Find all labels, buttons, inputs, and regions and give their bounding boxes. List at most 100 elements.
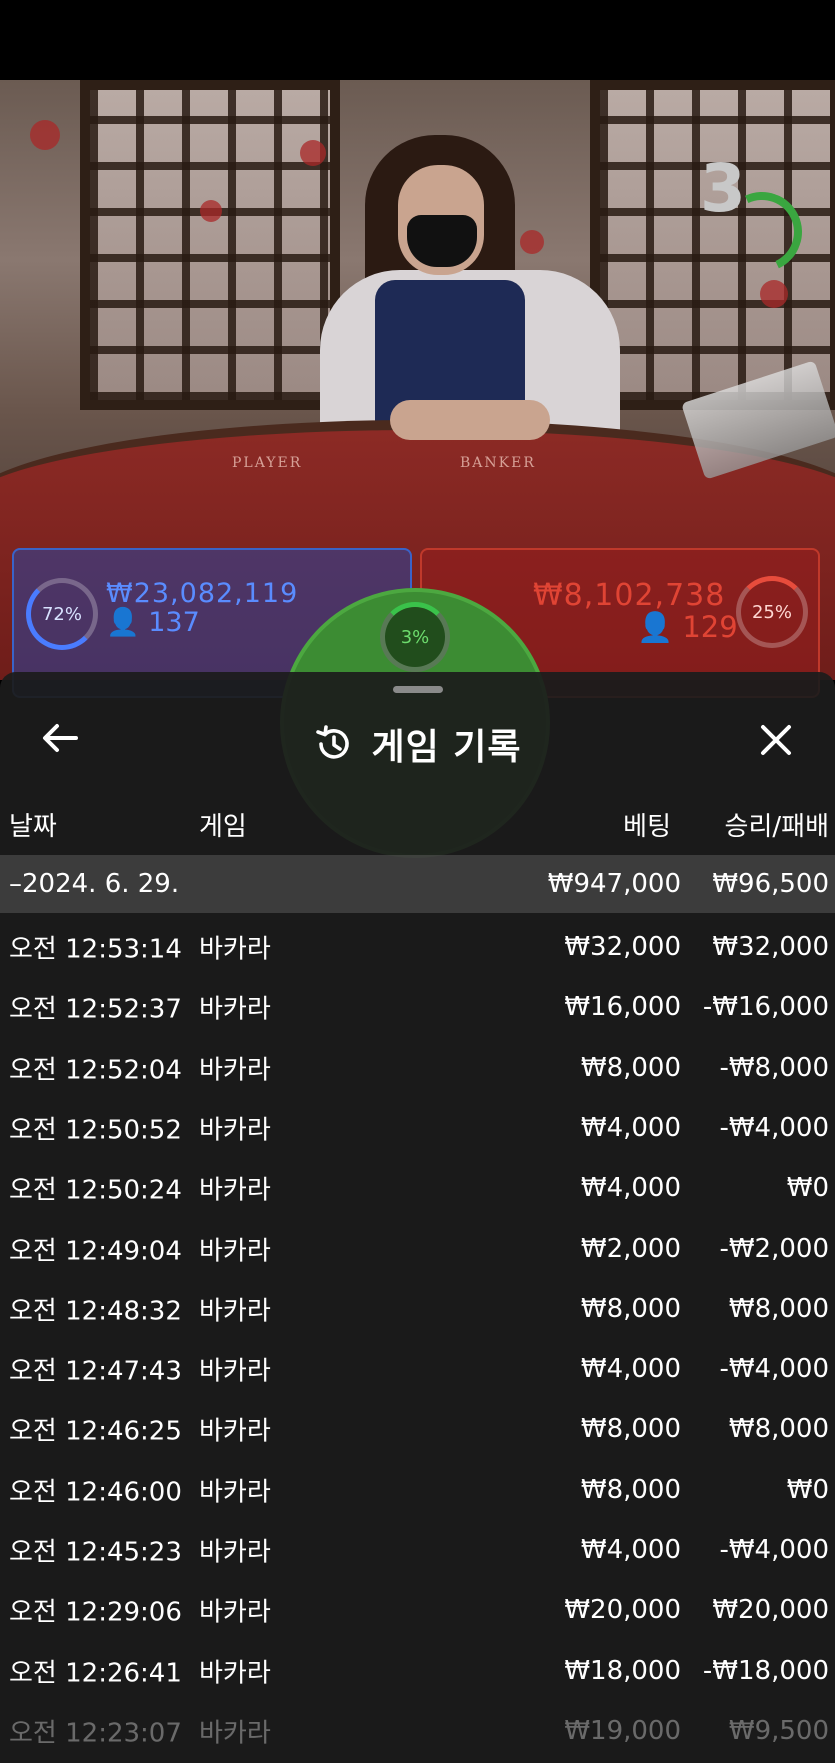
player-percent: 72%: [26, 578, 98, 650]
history-row[interactable]: 오전 12:45:23 바카라 ₩4,000 -₩4,000: [0, 1520, 835, 1580]
row-time: 오전 12:45:23: [9, 1537, 182, 1568]
banker-bettor-count: 👤 129: [637, 610, 738, 645]
row-bet: ₩8,000: [580, 1293, 681, 1324]
history-row[interactable]: 오전 12:52:04 바카라 ₩8,000 -₩8,000: [0, 1038, 835, 1098]
row-bet: ₩2,000: [580, 1233, 681, 1264]
row-time: 오전 12:50:52: [9, 1115, 182, 1146]
row-bet: ₩4,000: [580, 1112, 681, 1143]
history-row[interactable]: 오전 12:23:07 바카라 ₩19,000 ₩9,500: [0, 1701, 835, 1761]
column-header-win-loss: 승리/패배: [724, 812, 829, 842]
row-game: 바카라: [199, 934, 271, 965]
history-row[interactable]: 오전 12:52:37 바카라 ₩16,000 -₩16,000: [0, 977, 835, 1037]
row-result: ₩32,000: [712, 932, 829, 962]
sheet-header: 게임 기록: [0, 718, 835, 770]
game-history-sheet: 게임 기록 날짜 게임 베팅 승리/패배 –2024. 6. 29. ₩947,…: [0, 672, 835, 1763]
row-bet: ₩8,000: [580, 1052, 681, 1083]
countdown-timer: 3: [700, 150, 746, 227]
row-result: -₩4,000: [719, 1354, 829, 1385]
history-row[interactable]: 오전 12:46:00 바카라 ₩8,000 ₩0: [0, 1460, 835, 1520]
row-result: ₩8,000: [728, 1414, 829, 1445]
row-result: -₩18,000: [702, 1655, 829, 1686]
row-result: ₩20,000: [712, 1595, 829, 1626]
row-result: -₩8,000: [719, 1052, 829, 1083]
row-game: 바카라: [199, 1236, 271, 1266]
row-bet: ₩8,000: [580, 1474, 681, 1505]
felt-label-banker: BANKER: [460, 455, 536, 471]
row-time: 오전 12:46:00: [9, 1477, 182, 1508]
history-row[interactable]: 오전 12:50:24 바카라 ₩4,000 ₩0: [0, 1158, 835, 1218]
dealer-mask: [407, 215, 477, 267]
person-icon: 👤: [637, 610, 674, 644]
row-time: 오전 12:49:04: [9, 1236, 182, 1266]
player-bettor-count: 👤 137: [106, 606, 200, 638]
sheet-drag-handle[interactable]: [393, 686, 443, 693]
tie-percent: 3%: [380, 602, 450, 672]
player-count-value: 137: [148, 607, 200, 638]
blossom-decoration: [200, 200, 222, 222]
person-icon: 👤: [106, 607, 140, 638]
felt-label-player: PLAYER: [232, 455, 303, 471]
history-row[interactable]: 오전 12:29:06 바카라 ₩20,000 ₩20,000: [0, 1580, 835, 1640]
close-button[interactable]: [752, 716, 800, 764]
row-bet: ₩4,000: [580, 1535, 681, 1565]
row-time: 오전 12:29:06: [9, 1597, 182, 1628]
banker-percent: 25%: [736, 576, 808, 648]
blossom-decoration: [520, 230, 544, 254]
row-game: 바카라: [199, 1416, 271, 1447]
row-time: 오전 12:52:37: [9, 994, 182, 1025]
row-game: 바카라: [199, 1718, 271, 1749]
history-row[interactable]: 오전 12:50:52 바카라 ₩4,000 -₩4,000: [0, 1098, 835, 1158]
row-game: 바카라: [199, 1597, 271, 1628]
row-game: 바카라: [199, 1115, 271, 1146]
row-game: 바카라: [199, 1477, 271, 1508]
row-bet: ₩4,000: [580, 1173, 681, 1204]
row-time: 오전 12:23:07: [9, 1718, 182, 1749]
row-bet: ₩8,000: [580, 1414, 681, 1445]
row-game: 바카라: [199, 1296, 271, 1327]
status-bar: [0, 0, 835, 80]
history-row[interactable]: 오전 12:26:41 바카라 ₩18,000 -₩18,000: [0, 1641, 835, 1701]
row-result: ₩8,000: [728, 1293, 829, 1324]
row-game: 바카라: [199, 1658, 271, 1689]
row-time: 오전 12:26:41: [9, 1658, 182, 1689]
lattice-screen-left: [80, 80, 340, 410]
close-icon: [761, 725, 791, 755]
row-time: 오전 12:48:32: [9, 1296, 182, 1327]
row-time: 오전 12:47:43: [9, 1356, 182, 1387]
row-bet: ₩4,000: [580, 1354, 681, 1385]
banker-count-value: 129: [682, 610, 738, 644]
row-time: 오전 12:50:24: [9, 1175, 182, 1206]
row-result: -₩4,000: [719, 1112, 829, 1143]
blossom-decoration: [300, 140, 326, 166]
history-row[interactable]: 오전 12:48:32 바카라 ₩8,000 ₩8,000: [0, 1279, 835, 1339]
row-bet: ₩32,000: [564, 932, 681, 962]
history-row[interactable]: 오전 12:49:04 바카라 ₩2,000 -₩2,000: [0, 1219, 835, 1279]
row-result: ₩9,500: [728, 1715, 829, 1746]
history-icon: [316, 725, 350, 759]
row-result: -₩2,000: [719, 1233, 829, 1264]
blossom-decoration: [30, 120, 60, 150]
date-summary-row[interactable]: –2024. 6. 29. ₩947,000 ₩96,500: [0, 855, 835, 913]
row-game: 바카라: [199, 1537, 271, 1568]
row-time: 오전 12:46:25: [9, 1416, 182, 1447]
row-game: 바카라: [199, 1055, 271, 1086]
row-result: -₩4,000: [719, 1535, 829, 1565]
column-header-bet: 베팅: [623, 812, 671, 842]
row-result: ₩0: [786, 1173, 829, 1204]
player-total-amount: ₩23,082,119: [106, 578, 299, 609]
row-bet: ₩18,000: [564, 1655, 681, 1686]
row-time: 오전 12:53:14: [9, 934, 182, 965]
banker-total-amount: ₩8,102,738: [533, 578, 726, 613]
summary-win-loss-total: ₩96,500: [712, 869, 829, 899]
row-result: -₩16,000: [702, 992, 829, 1023]
row-result: ₩0: [786, 1474, 829, 1505]
history-row[interactable]: 오전 12:46:25 바카라 ₩8,000 ₩8,000: [0, 1399, 835, 1459]
sheet-title: 게임 기록: [371, 727, 522, 768]
history-row[interactable]: 오전 12:47:43 바카라 ₩4,000 -₩4,000: [0, 1339, 835, 1399]
row-game: 바카라: [199, 1175, 271, 1206]
blossom-decoration: [760, 280, 788, 308]
summary-bet-total: ₩947,000: [547, 869, 681, 899]
column-header-game: 게임: [199, 812, 247, 842]
row-bet: ₩19,000: [564, 1715, 681, 1746]
history-row[interactable]: 오전 12:53:14 바카라 ₩32,000 ₩32,000: [0, 917, 835, 977]
